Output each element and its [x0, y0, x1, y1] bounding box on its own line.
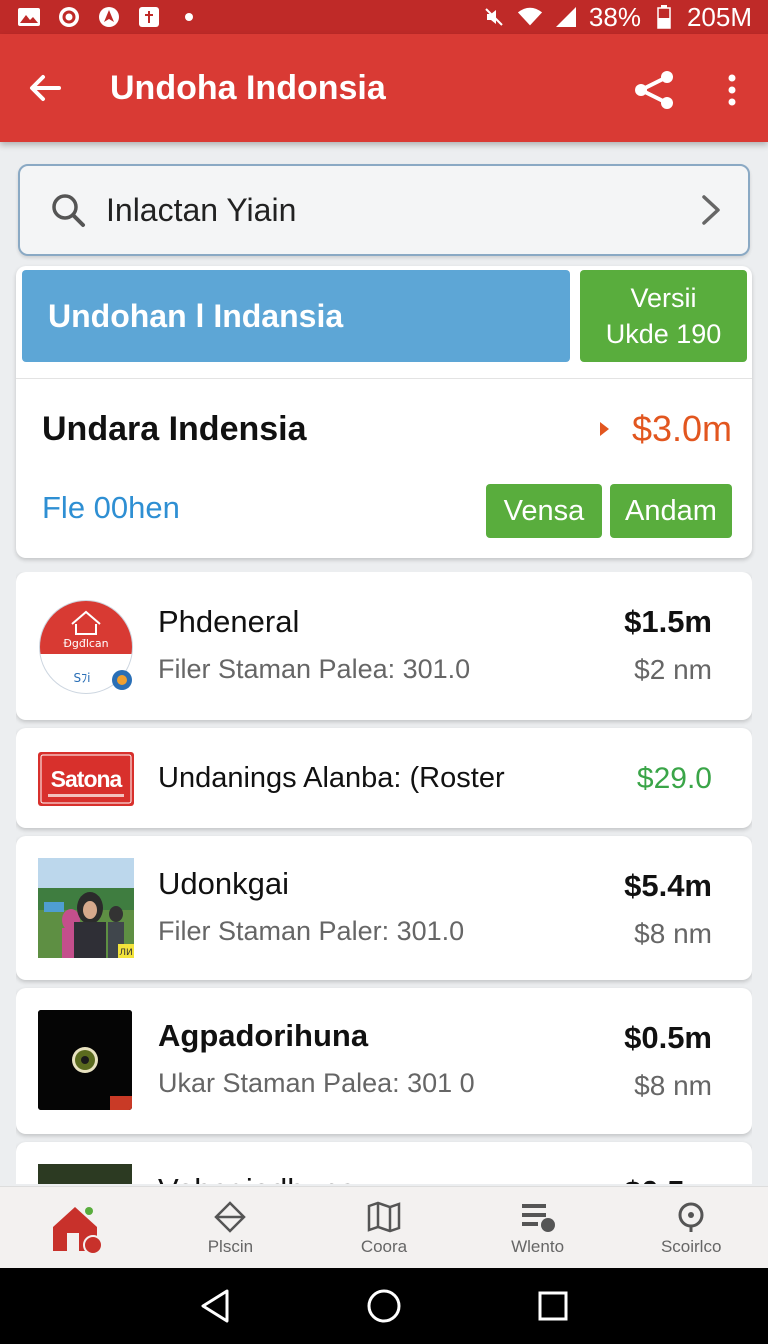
- item-title: Undanings Alanba: (Roster: [158, 762, 505, 794]
- battery-icon: [651, 5, 677, 29]
- item-photo: ЛИ: [38, 858, 134, 958]
- map-icon: [366, 1199, 402, 1235]
- vensa-button[interactable]: Vensa: [486, 484, 602, 538]
- item-logo-subtext: Sﾌi: [74, 671, 91, 685]
- item-title: Udonkgai: [158, 866, 289, 901]
- diamond-icon: [213, 1199, 247, 1235]
- list-icon: [519, 1199, 557, 1235]
- item-subtitle: Ukar Staman Palea: 301 0: [158, 1068, 475, 1098]
- tab-scoirlco[interactable]: Scoirlco: [614, 1187, 768, 1268]
- overflow-menu-button[interactable]: [712, 64, 752, 116]
- list-item[interactable]: Đgđlcan Sﾌi Phdeneral Filer Staman Palea…: [16, 572, 752, 720]
- item-title: Phdeneral: [158, 604, 300, 639]
- back-icon[interactable]: [195, 1286, 235, 1326]
- version-badge-line1: Versii: [630, 283, 697, 313]
- tab-plscin-label: Plscin: [207, 1236, 254, 1256]
- tab-home[interactable]: [0, 1187, 154, 1268]
- status-bar: 38% 205M: [0, 0, 768, 34]
- item-title: Vehagiodhuna: [158, 1172, 356, 1184]
- back-button[interactable]: [0, 34, 90, 142]
- list-item[interactable]: Satona Undanings Alanba: (Roster $29.0: [16, 728, 752, 828]
- recents-icon[interactable]: [533, 1286, 573, 1326]
- security-icon: [136, 6, 162, 28]
- search-input[interactable]: Inlactan Yiain: [106, 192, 696, 229]
- item-secondary-price: $8 nm: [634, 918, 712, 949]
- item-secondary-price: $8 nm: [634, 1070, 712, 1101]
- search-icon: [674, 1199, 708, 1235]
- chevron-right-icon[interactable]: [696, 190, 726, 230]
- trend-arrow-icon: [600, 422, 609, 436]
- item-price: $0.5m: [624, 1174, 712, 1184]
- list-item[interactable]: ЛИ Udonkgai Filer Staman Paler: 301.0 $5…: [16, 836, 752, 980]
- item-price: $0.5m: [624, 1020, 712, 1055]
- item-logo: [38, 1010, 132, 1110]
- list-item[interactable]: Vehagiodhuna $0.5m: [16, 1142, 752, 1184]
- wifi-icon: [517, 6, 543, 28]
- version-badge: Versii Ukde 190: [580, 270, 747, 362]
- dot-icon: [176, 6, 202, 28]
- search-icon: [48, 190, 88, 230]
- share-icon: [635, 71, 673, 109]
- item-price: $5.4m: [624, 868, 712, 903]
- gallery-icon: [16, 6, 42, 28]
- item-price: $29.0: [636, 762, 712, 795]
- item-logo-text: Đgđlcan: [63, 637, 108, 650]
- tab-scoirlco-label: Scoirlco: [660, 1236, 722, 1256]
- nav-arrow-icon: [96, 6, 122, 28]
- featured-banner: Undohan l Indansia: [22, 270, 570, 362]
- item-logo: Satona: [38, 752, 134, 806]
- circle-app-icon: [56, 6, 82, 28]
- item-logo: Đgđlcan Sﾌi: [38, 594, 134, 700]
- home-circle-icon[interactable]: [364, 1286, 404, 1326]
- tab-coora[interactable]: Coora: [307, 1187, 461, 1268]
- share-button[interactable]: [628, 64, 680, 116]
- featured-link[interactable]: Fle 00hen: [42, 490, 180, 526]
- item-subtitle: Filer Staman Paler: 301.0: [158, 916, 465, 946]
- tab-plscin[interactable]: Plscin: [154, 1187, 308, 1268]
- battery-percent: 38%: [588, 1, 641, 32]
- tab-wlento-label: Wlento: [511, 1236, 565, 1256]
- featured-price: $3.0m: [631, 408, 732, 449]
- item-title: Agpadorihuna: [158, 1018, 369, 1053]
- list-item[interactable]: Agpadorihuna Ukar Staman Palea: 301 0 $0…: [16, 988, 752, 1134]
- home-icon: [49, 1206, 105, 1255]
- item-subtitle: Filer Staman Palea: 301.0: [158, 654, 471, 684]
- mute-icon: [481, 6, 507, 28]
- divider: [16, 378, 752, 379]
- item-logo-text: Satona: [51, 766, 123, 792]
- featured-name: Undara Indensia: [42, 410, 307, 448]
- item-price: $1.5m: [624, 604, 712, 639]
- arrow-left-icon: [30, 75, 61, 101]
- featured-card[interactable]: Undohan l Indansia Versii Ukde 190 Undar…: [16, 266, 752, 558]
- clock: 205M: [686, 1, 752, 32]
- tab-wlento[interactable]: Wlento: [461, 1187, 615, 1268]
- search-bar[interactable]: Inlactan Yiain: [18, 164, 750, 256]
- signal-icon: [553, 6, 579, 28]
- page-title: Undoha Indonsia: [110, 68, 386, 107]
- item-secondary-price: $2 nm: [634, 654, 712, 685]
- more-vertical-icon: [728, 74, 736, 106]
- photo-badge-text: ЛИ: [119, 948, 133, 958]
- item-photo: [38, 1164, 132, 1184]
- system-navigation: [0, 1268, 768, 1344]
- version-badge-line2: Ukde 190: [605, 319, 722, 349]
- results-list: Đgđlcan Sﾌi Phdeneral Filer Staman Palea…: [16, 572, 752, 1184]
- tab-coora-label: Coora: [360, 1236, 408, 1256]
- bottom-navigation: Plscin Coora Wlento Scoirlco: [0, 1186, 768, 1268]
- andam-button[interactable]: Andam: [610, 484, 732, 538]
- app-bar: Undoha Indonsia: [0, 34, 768, 142]
